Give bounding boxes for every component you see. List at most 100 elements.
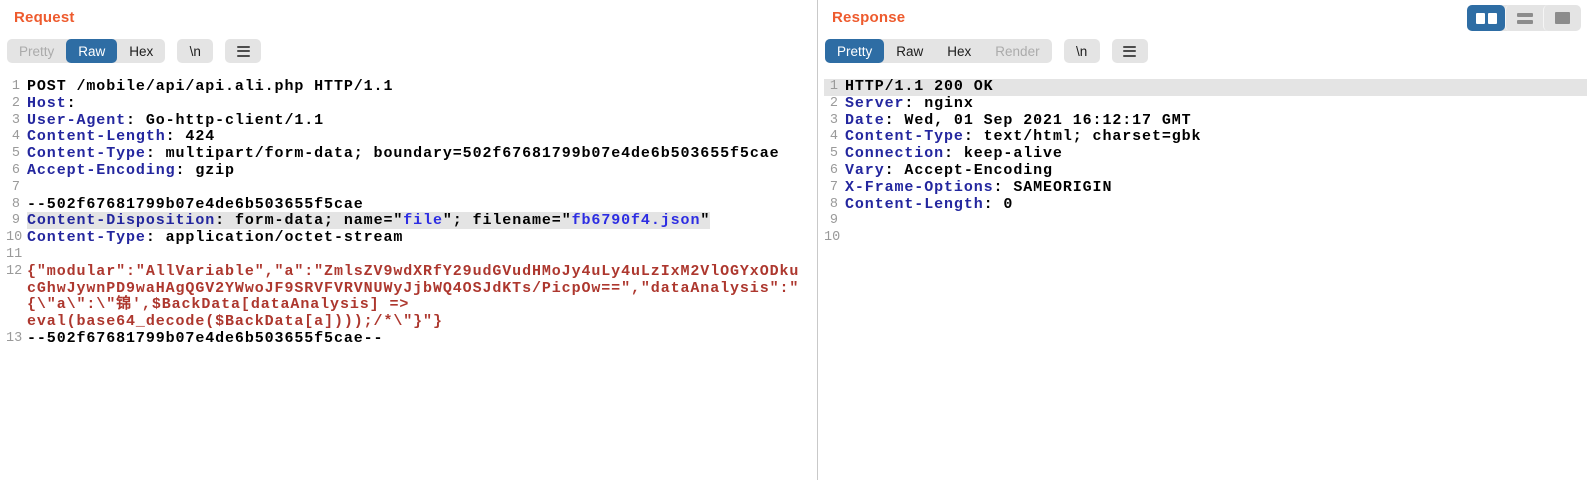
line-text: Content-Disposition: form-data; name="fi… <box>27 213 817 230</box>
request-line[interactable]: 11 <box>6 247 817 264</box>
line-number: 12 <box>6 264 27 331</box>
response-tab-raw[interactable]: Raw <box>884 39 935 63</box>
request-title: Request <box>14 9 75 26</box>
line-number: 3 <box>6 113 27 130</box>
request-line[interactable]: 9Content-Disposition: form-data; name="f… <box>6 213 817 230</box>
response-panel: Response PrettyRawHexRender \n 1HTTP/1.1… <box>818 0 1587 480</box>
line-text: Server: nginx <box>845 96 1587 113</box>
response-toolbar: PrettyRawHexRender \n <box>825 39 1587 63</box>
request-line[interactable]: 13--502f67681799b07e4de6b503655f5cae-- <box>6 331 817 348</box>
request-tab-pretty[interactable]: Pretty <box>7 39 66 63</box>
request-line[interactable]: 2Host: <box>6 96 817 113</box>
line-text: {"modular":"AllVariable","a":"ZmlsZV9wdX… <box>27 264 817 331</box>
line-text: Content-Type: multipart/form-data; bound… <box>27 146 817 163</box>
line-text: Content-Length: 424 <box>27 129 817 146</box>
response-line[interactable]: 1HTTP/1.1 200 OK <box>824 79 1587 96</box>
line-number: 5 <box>824 146 845 163</box>
line-text: Host: <box>27 96 817 113</box>
request-menu-button[interactable] <box>225 39 261 63</box>
response-line[interactable]: 3Date: Wed, 01 Sep 2021 16:12:17 GMT <box>824 113 1587 130</box>
response-line[interactable]: 6Vary: Accept-Encoding <box>824 163 1587 180</box>
line-number: 5 <box>6 146 27 163</box>
line-number: 6 <box>824 163 845 180</box>
line-number: 3 <box>824 113 845 130</box>
line-number: 7 <box>824 180 845 197</box>
request-linebreak-button[interactable]: \n <box>177 39 213 63</box>
line-text: --502f67681799b07e4de6b503655f5cae-- <box>27 331 817 348</box>
request-line[interactable]: 7 <box>6 180 817 197</box>
response-linebreak-button[interactable]: \n <box>1064 39 1100 63</box>
request-panel-header: Request <box>0 0 817 27</box>
response-line[interactable]: 9 <box>824 213 1587 230</box>
line-text: POST /mobile/api/api.ali.php HTTP/1.1 <box>27 79 817 96</box>
selected-text-highlight: Content-Disposition: form-data; name="fi… <box>27 212 710 229</box>
line-number: 7 <box>6 180 27 197</box>
response-line[interactable]: 8Content-Length: 0 <box>824 197 1587 214</box>
line-text: Vary: Accept-Encoding <box>845 163 1587 180</box>
request-line[interactable]: 5Content-Type: multipart/form-data; boun… <box>6 146 817 163</box>
line-text: User-Agent: Go-http-client/1.1 <box>27 113 817 130</box>
response-line[interactable]: 5Connection: keep-alive <box>824 146 1587 163</box>
line-text: Date: Wed, 01 Sep 2021 16:12:17 GMT <box>845 113 1587 130</box>
line-text: Content-Length: 0 <box>845 197 1587 214</box>
line-number: 1 <box>6 79 27 96</box>
line-number: 4 <box>6 129 27 146</box>
response-line[interactable]: 4Content-Type: text/html; charset=gbk <box>824 129 1587 146</box>
line-text: Content-Type: text/html; charset=gbk <box>845 129 1587 146</box>
response-menu-button[interactable] <box>1112 39 1148 63</box>
line-text <box>27 247 817 264</box>
line-number: 9 <box>6 213 27 230</box>
hamburger-menu-icon <box>1123 46 1136 57</box>
single-layout-icon <box>1555 12 1570 24</box>
request-line[interactable]: 6Accept-Encoding: gzip <box>6 163 817 180</box>
layout-rows-button[interactable] <box>1505 5 1543 31</box>
rows-layout-icon <box>1517 13 1533 24</box>
line-number: 1 <box>824 79 845 96</box>
response-line[interactable]: 7X-Frame-Options: SAMEORIGIN <box>824 180 1587 197</box>
line-number: 10 <box>6 230 27 247</box>
columns-layout-icon <box>1476 13 1497 24</box>
layout-columns-button[interactable] <box>1467 5 1505 31</box>
request-tab-raw[interactable]: Raw <box>66 39 117 63</box>
request-line[interactable]: 1POST /mobile/api/api.ali.php HTTP/1.1 <box>6 79 817 96</box>
response-tab-hex[interactable]: Hex <box>935 39 983 63</box>
line-number: 4 <box>824 129 845 146</box>
line-text: Content-Type: application/octet-stream <box>27 230 817 247</box>
request-tabs: PrettyRawHex <box>7 39 165 63</box>
line-text: HTTP/1.1 200 OK <box>845 79 1587 96</box>
request-line[interactable]: 4Content-Length: 424 <box>6 129 817 146</box>
line-number: 11 <box>6 247 27 264</box>
request-panel: Request PrettyRawHex \n 1POST /mobile/ap… <box>0 0 818 480</box>
line-text: --502f67681799b07e4de6b503655f5cae <box>27 197 817 214</box>
line-number: 8 <box>824 197 845 214</box>
response-title: Response <box>832 9 905 26</box>
request-toolbar: PrettyRawHex \n <box>7 39 817 63</box>
line-text <box>845 213 1587 230</box>
request-tab-hex[interactable]: Hex <box>117 39 165 63</box>
line-number: 9 <box>824 213 845 230</box>
response-tab-pretty[interactable]: Pretty <box>825 39 884 63</box>
line-number: 6 <box>6 163 27 180</box>
request-line[interactable]: 10Content-Type: application/octet-stream <box>6 230 817 247</box>
hamburger-menu-icon <box>237 46 250 57</box>
response-editor[interactable]: 1HTTP/1.1 200 OK2Server: nginx3Date: Wed… <box>818 79 1587 247</box>
request-line[interactable]: 3User-Agent: Go-http-client/1.1 <box>6 113 817 130</box>
line-text: X-Frame-Options: SAMEORIGIN <box>845 180 1587 197</box>
line-number: 8 <box>6 197 27 214</box>
response-tab-render[interactable]: Render <box>983 39 1051 63</box>
request-editor[interactable]: 1POST /mobile/api/api.ali.php HTTP/1.12H… <box>0 79 817 348</box>
line-number: 2 <box>824 96 845 113</box>
response-line[interactable]: 10 <box>824 230 1587 247</box>
response-tabs: PrettyRawHexRender <box>825 39 1052 63</box>
layout-toggle-group <box>1467 5 1581 31</box>
request-line[interactable]: 12{"modular":"AllVariable","a":"ZmlsZV9w… <box>6 264 817 331</box>
line-number: 2 <box>6 96 27 113</box>
line-text: Connection: keep-alive <box>845 146 1587 163</box>
line-number: 13 <box>6 331 27 348</box>
response-line[interactable]: 2Server: nginx <box>824 96 1587 113</box>
line-text <box>27 180 817 197</box>
message-editor-workspace: Request PrettyRawHex \n 1POST /mobile/ap… <box>0 0 1587 480</box>
layout-single-button[interactable] <box>1543 5 1581 31</box>
line-text <box>845 230 1587 247</box>
request-line[interactable]: 8--502f67681799b07e4de6b503655f5cae <box>6 197 817 214</box>
